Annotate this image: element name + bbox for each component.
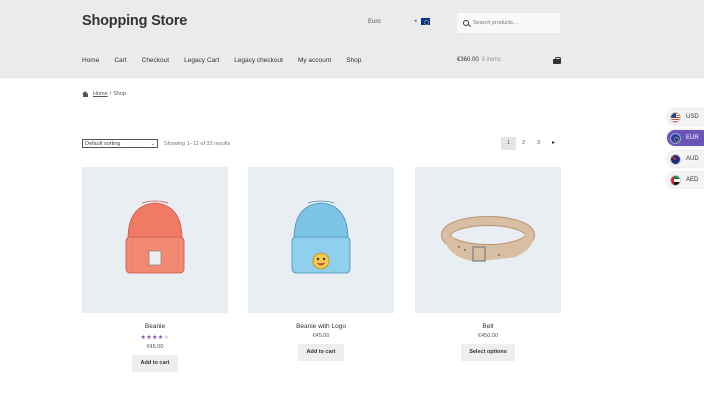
product-image-beanie[interactable]: [82, 167, 228, 313]
product-name[interactable]: Beanie: [82, 323, 228, 330]
add-to-cart-button[interactable]: Add to cart: [132, 355, 178, 372]
site-title[interactable]: Shopping Store: [82, 13, 187, 29]
au-flag-icon: [670, 153, 681, 165]
currency-code: USD: [686, 114, 699, 120]
currency-switcher: USD EUR AUD AED: [667, 109, 704, 193]
rating-stars: ★★★★★: [140, 335, 170, 341]
product-image-beanie-with-logo[interactable]: [248, 167, 394, 313]
page-1: 1: [501, 137, 516, 150]
home-icon: [82, 91, 89, 97]
nav-item-my-account[interactable]: My account: [298, 57, 331, 64]
product-price: €45.00: [312, 333, 330, 339]
site-header: Shopping Store Euro ◂ Home Cart Checkout…: [0, 0, 704, 78]
product-price: €45.00: [146, 344, 164, 350]
search-box[interactable]: [457, 13, 560, 33]
product-card: Beanie ★★★★★ €45.00 Add to cart: [82, 167, 228, 372]
product-card: Belt €450.00 Select options: [415, 167, 561, 361]
nav-item-checkout[interactable]: Checkout: [142, 57, 169, 64]
cart-summary[interactable]: €360.00 8 items: [457, 57, 501, 63]
currency-option-usd[interactable]: USD: [667, 109, 704, 125]
nav-item-shop[interactable]: Shop: [346, 57, 361, 64]
currency-code: EUR: [686, 135, 699, 141]
breadcrumb-separator: /: [109, 91, 112, 97]
sorting-value: Default sorting: [85, 140, 121, 147]
product-image-belt[interactable]: [415, 167, 561, 313]
nav-item-legacy-cart[interactable]: Legacy Cart: [184, 57, 219, 64]
sorting-select[interactable]: Default sorting ⌄: [82, 139, 158, 148]
chevron-down-icon: ◂: [414, 18, 417, 24]
search-icon: [463, 20, 469, 26]
result-count: Showing 1–12 of 33 results: [164, 141, 231, 147]
product-price: €450.00: [478, 333, 498, 339]
breadcrumb-current: Shop: [113, 91, 127, 97]
nav-item-cart[interactable]: Cart: [114, 57, 126, 64]
currency-label[interactable]: Euro: [368, 19, 381, 25]
nav-item-legacy-checkout[interactable]: Legacy checkout: [234, 57, 283, 64]
currency-option-aed[interactable]: AED: [667, 172, 704, 188]
ae-flag-icon: [670, 174, 681, 186]
cart-item-count: 8 items: [481, 57, 502, 63]
currency-option-aud[interactable]: AUD: [667, 151, 704, 167]
product-name[interactable]: Beanie with Logo: [248, 323, 394, 330]
cart-total-amount: €360.00: [457, 57, 479, 63]
currency-code: AUD: [686, 156, 699, 162]
breadcrumb-home-link[interactable]: Home: [93, 91, 108, 97]
search-input[interactable]: [473, 20, 553, 26]
pagination: 1 2 3 ▸: [501, 137, 561, 150]
add-to-cart-button[interactable]: Add to cart: [298, 344, 344, 361]
select-options-button[interactable]: Select options: [461, 344, 515, 361]
us-flag-icon: [670, 111, 681, 123]
product-card: Beanie with Logo €45.00 Add to cart: [248, 167, 394, 361]
currency-option-eur[interactable]: EUR: [667, 130, 704, 146]
next-page-icon[interactable]: ▸: [546, 137, 561, 150]
product-name[interactable]: Belt: [415, 323, 561, 330]
currency-code: AED: [686, 177, 699, 183]
chevron-down-icon: ⌄: [150, 140, 155, 147]
primary-nav: Home Cart Checkout Legacy Cart Legacy ch…: [82, 57, 376, 64]
basket-icon[interactable]: [553, 57, 561, 64]
breadcrumb: Home / Shop: [82, 91, 126, 97]
page-2[interactable]: 2: [516, 137, 531, 150]
currency-flag-dropdown[interactable]: ◂: [414, 18, 430, 25]
nav-item-home[interactable]: Home: [82, 57, 99, 64]
eu-flag-icon: [421, 18, 430, 25]
eu-flag-icon: [670, 132, 681, 144]
page-3[interactable]: 3: [531, 137, 546, 150]
